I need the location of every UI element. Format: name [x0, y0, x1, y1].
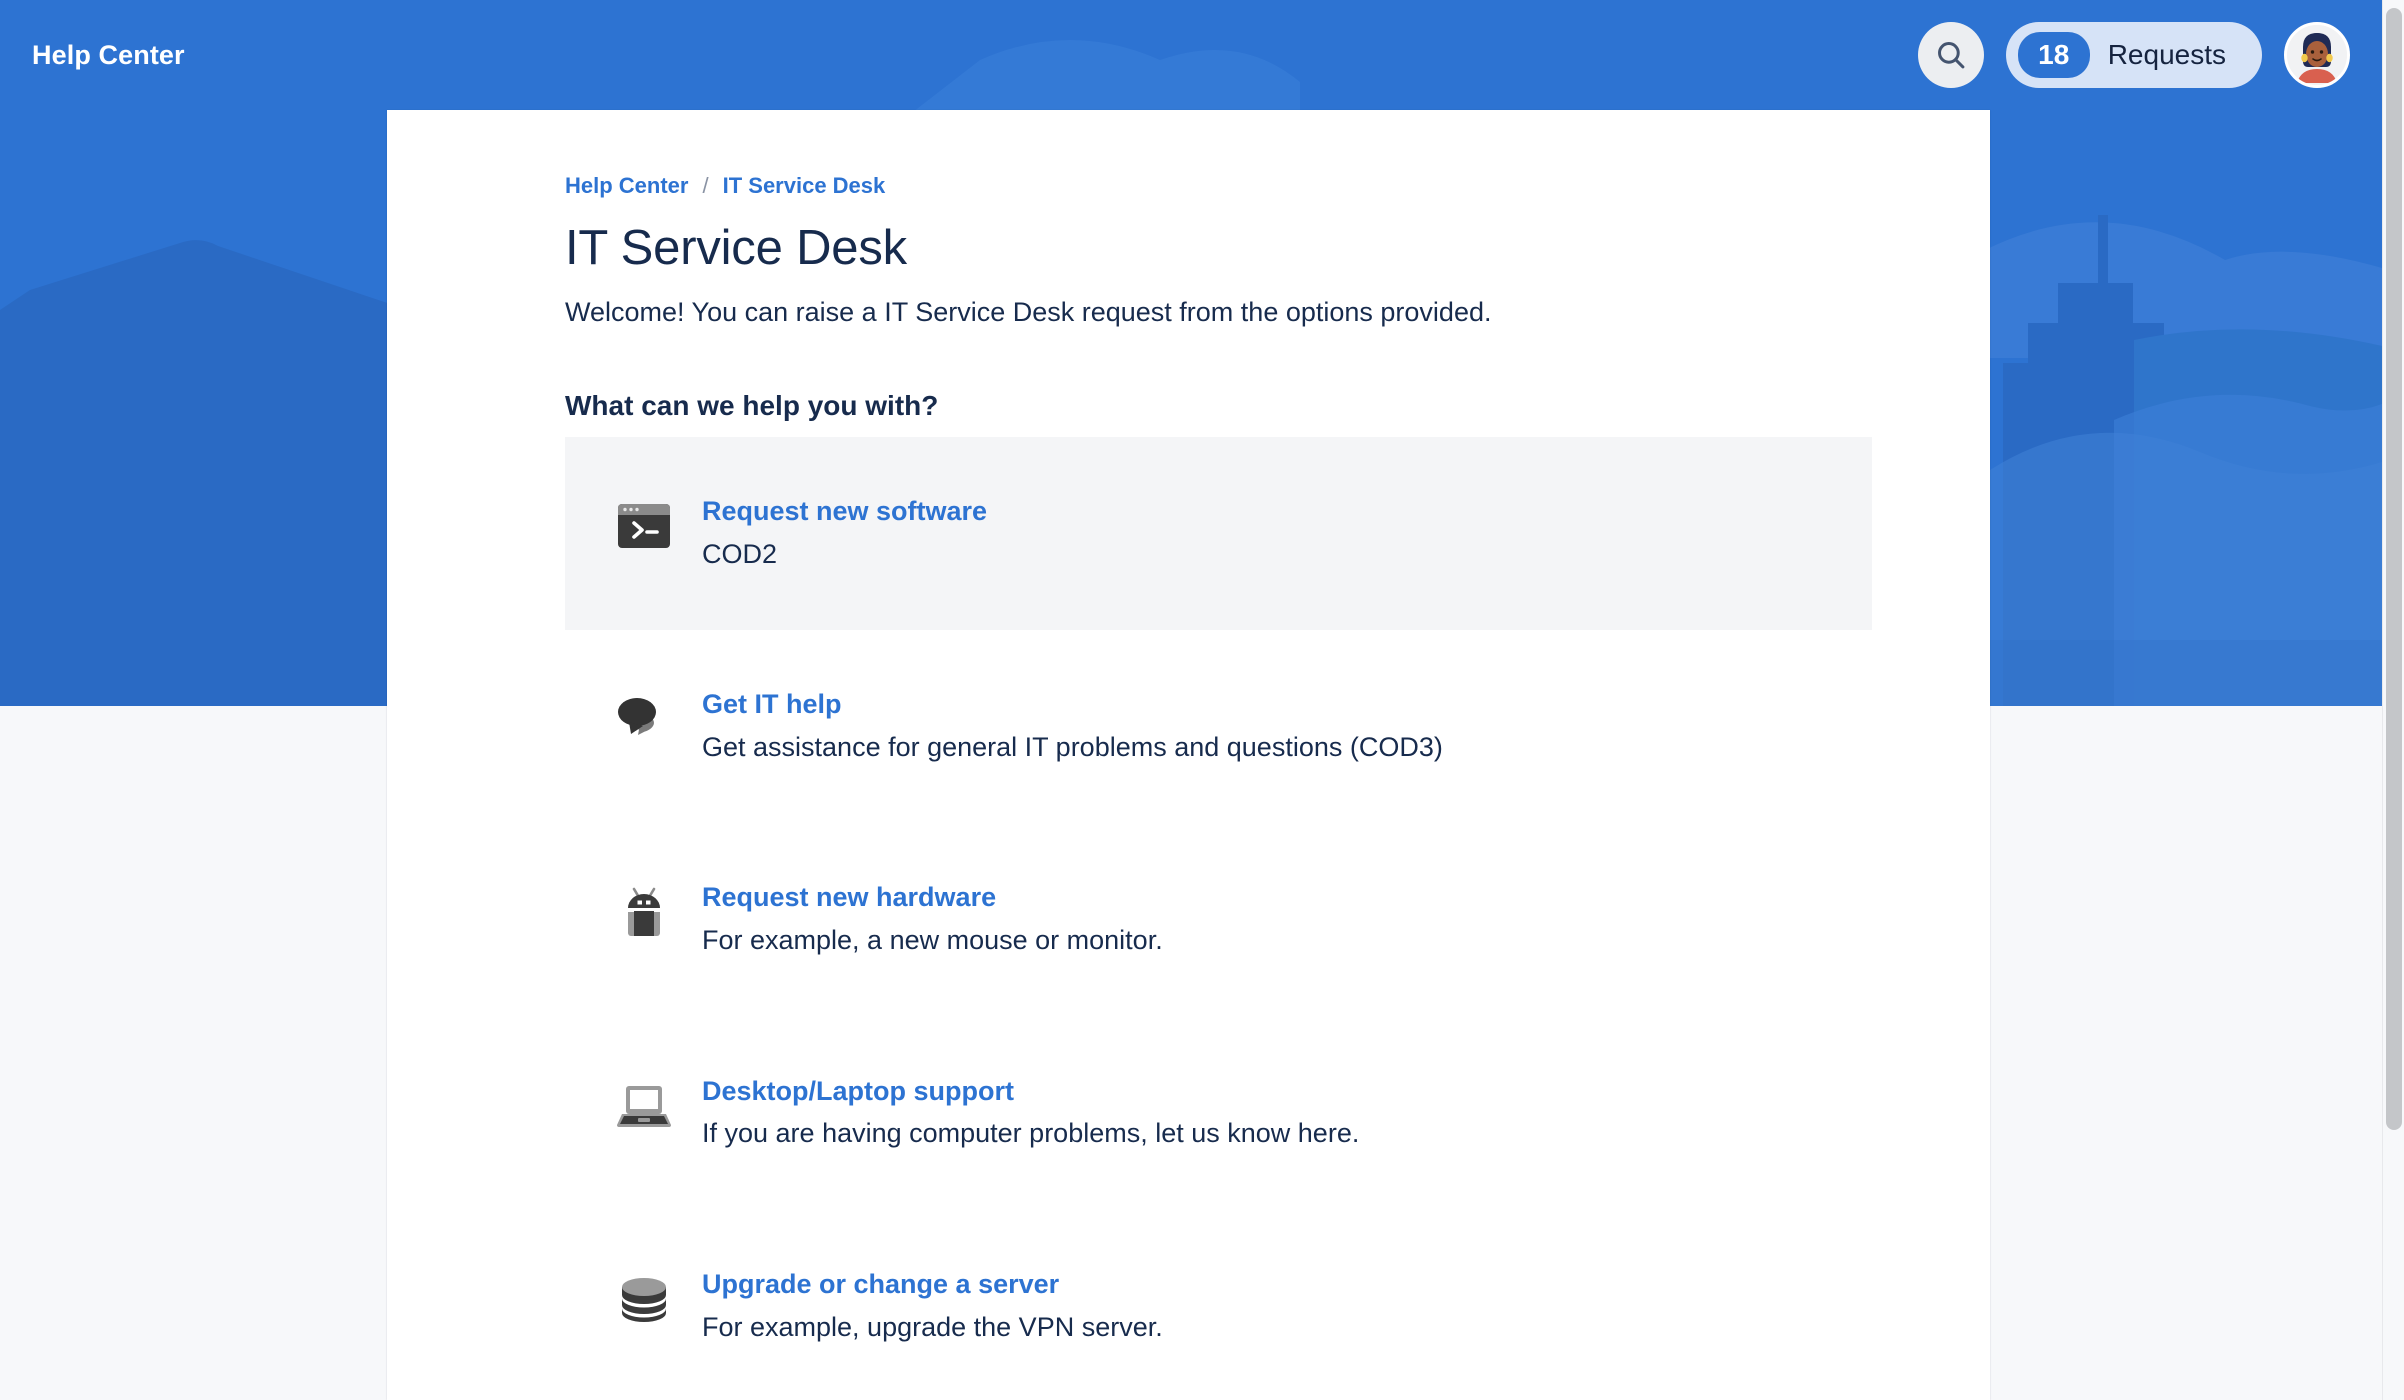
avatar[interactable] [2284, 22, 2350, 88]
request-item-get-it-help[interactable]: Get IT help Get assistance for general I… [565, 630, 1872, 823]
terminal-icon [616, 497, 672, 555]
page-root: Help Center 18 Requests Help Center / IT… [0, 0, 2404, 1400]
request-item-desc: COD2 [702, 538, 778, 569]
breadcrumb-item-it-service-desk[interactable]: IT Service Desk [723, 173, 886, 199]
speech-bubbles-icon [616, 690, 672, 748]
request-item-title[interactable]: Desktop/Laptop support [702, 1076, 1359, 1108]
request-item-text: Request new hardware For example, a new … [702, 881, 1163, 956]
robot-icon [616, 883, 672, 941]
request-item-desc: Get assistance for general IT problems a… [702, 731, 1443, 762]
breadcrumb-item-help-center[interactable]: Help Center [565, 173, 688, 199]
request-item-text: Get IT help Get assistance for general I… [702, 688, 1443, 763]
request-item-upgrade-or-change-a-server[interactable]: Upgrade or change a server For example, … [565, 1210, 1872, 1400]
request-type-list: Request new software COD2 Get IT help Ge… [565, 436, 1872, 1400]
page-scrollbar-track[interactable] [2382, 0, 2404, 1400]
request-item-desc: For example, a new mouse or monitor. [702, 925, 1163, 956]
search-button[interactable] [1917, 22, 1984, 88]
requests-label: Requests [2107, 39, 2226, 70]
request-item-request-new-software[interactable]: Request new software COD2 [565, 436, 1872, 631]
request-item-request-new-hardware[interactable]: Request new hardware For example, a new … [565, 823, 1872, 1016]
request-item-text: Request new software COD2 [702, 495, 987, 570]
section-title: What can we help you with? [565, 389, 939, 421]
breadcrumb-separator: / [702, 173, 709, 198]
content-card: Help Center / IT Service Desk IT Service… [387, 110, 1990, 1400]
requests-button[interactable]: 18 Requests [2005, 22, 2262, 88]
search-icon [1937, 42, 1965, 69]
request-item-title[interactable]: Request new hardware [702, 882, 1163, 914]
page-scrollbar-thumb[interactable] [2386, 8, 2402, 1130]
laptop-icon [616, 1077, 672, 1135]
request-item-text: Desktop/Laptop support If you are having… [702, 1075, 1359, 1150]
database-icon [616, 1270, 672, 1328]
request-item-title[interactable]: Request new software [702, 496, 987, 528]
request-item-title[interactable]: Get IT help [702, 689, 1443, 721]
page-description: Welcome! You can raise a IT Service Desk… [565, 296, 1492, 327]
requests-count-badge: 18 [2017, 32, 2090, 78]
request-item-title[interactable]: Upgrade or change a server [702, 1269, 1163, 1301]
header-actions: 18 Requests [1917, 22, 2350, 88]
top-header: Help Center 18 Requests [0, 0, 2382, 110]
request-item-desc: If you are having computer problems, let… [702, 1118, 1360, 1149]
request-item-desc: For example, upgrade the VPN server. [702, 1311, 1163, 1342]
breadcrumb: Help Center / IT Service Desk [565, 173, 1990, 199]
avatar-image [2287, 25, 2347, 85]
request-item-desktop-laptop-support[interactable]: Desktop/Laptop support If you are having… [565, 1017, 1872, 1210]
request-item-text: Upgrade or change a server For example, … [702, 1268, 1163, 1343]
brand-title: Help Center [32, 39, 185, 70]
page-title: IT Service Desk [565, 221, 907, 275]
